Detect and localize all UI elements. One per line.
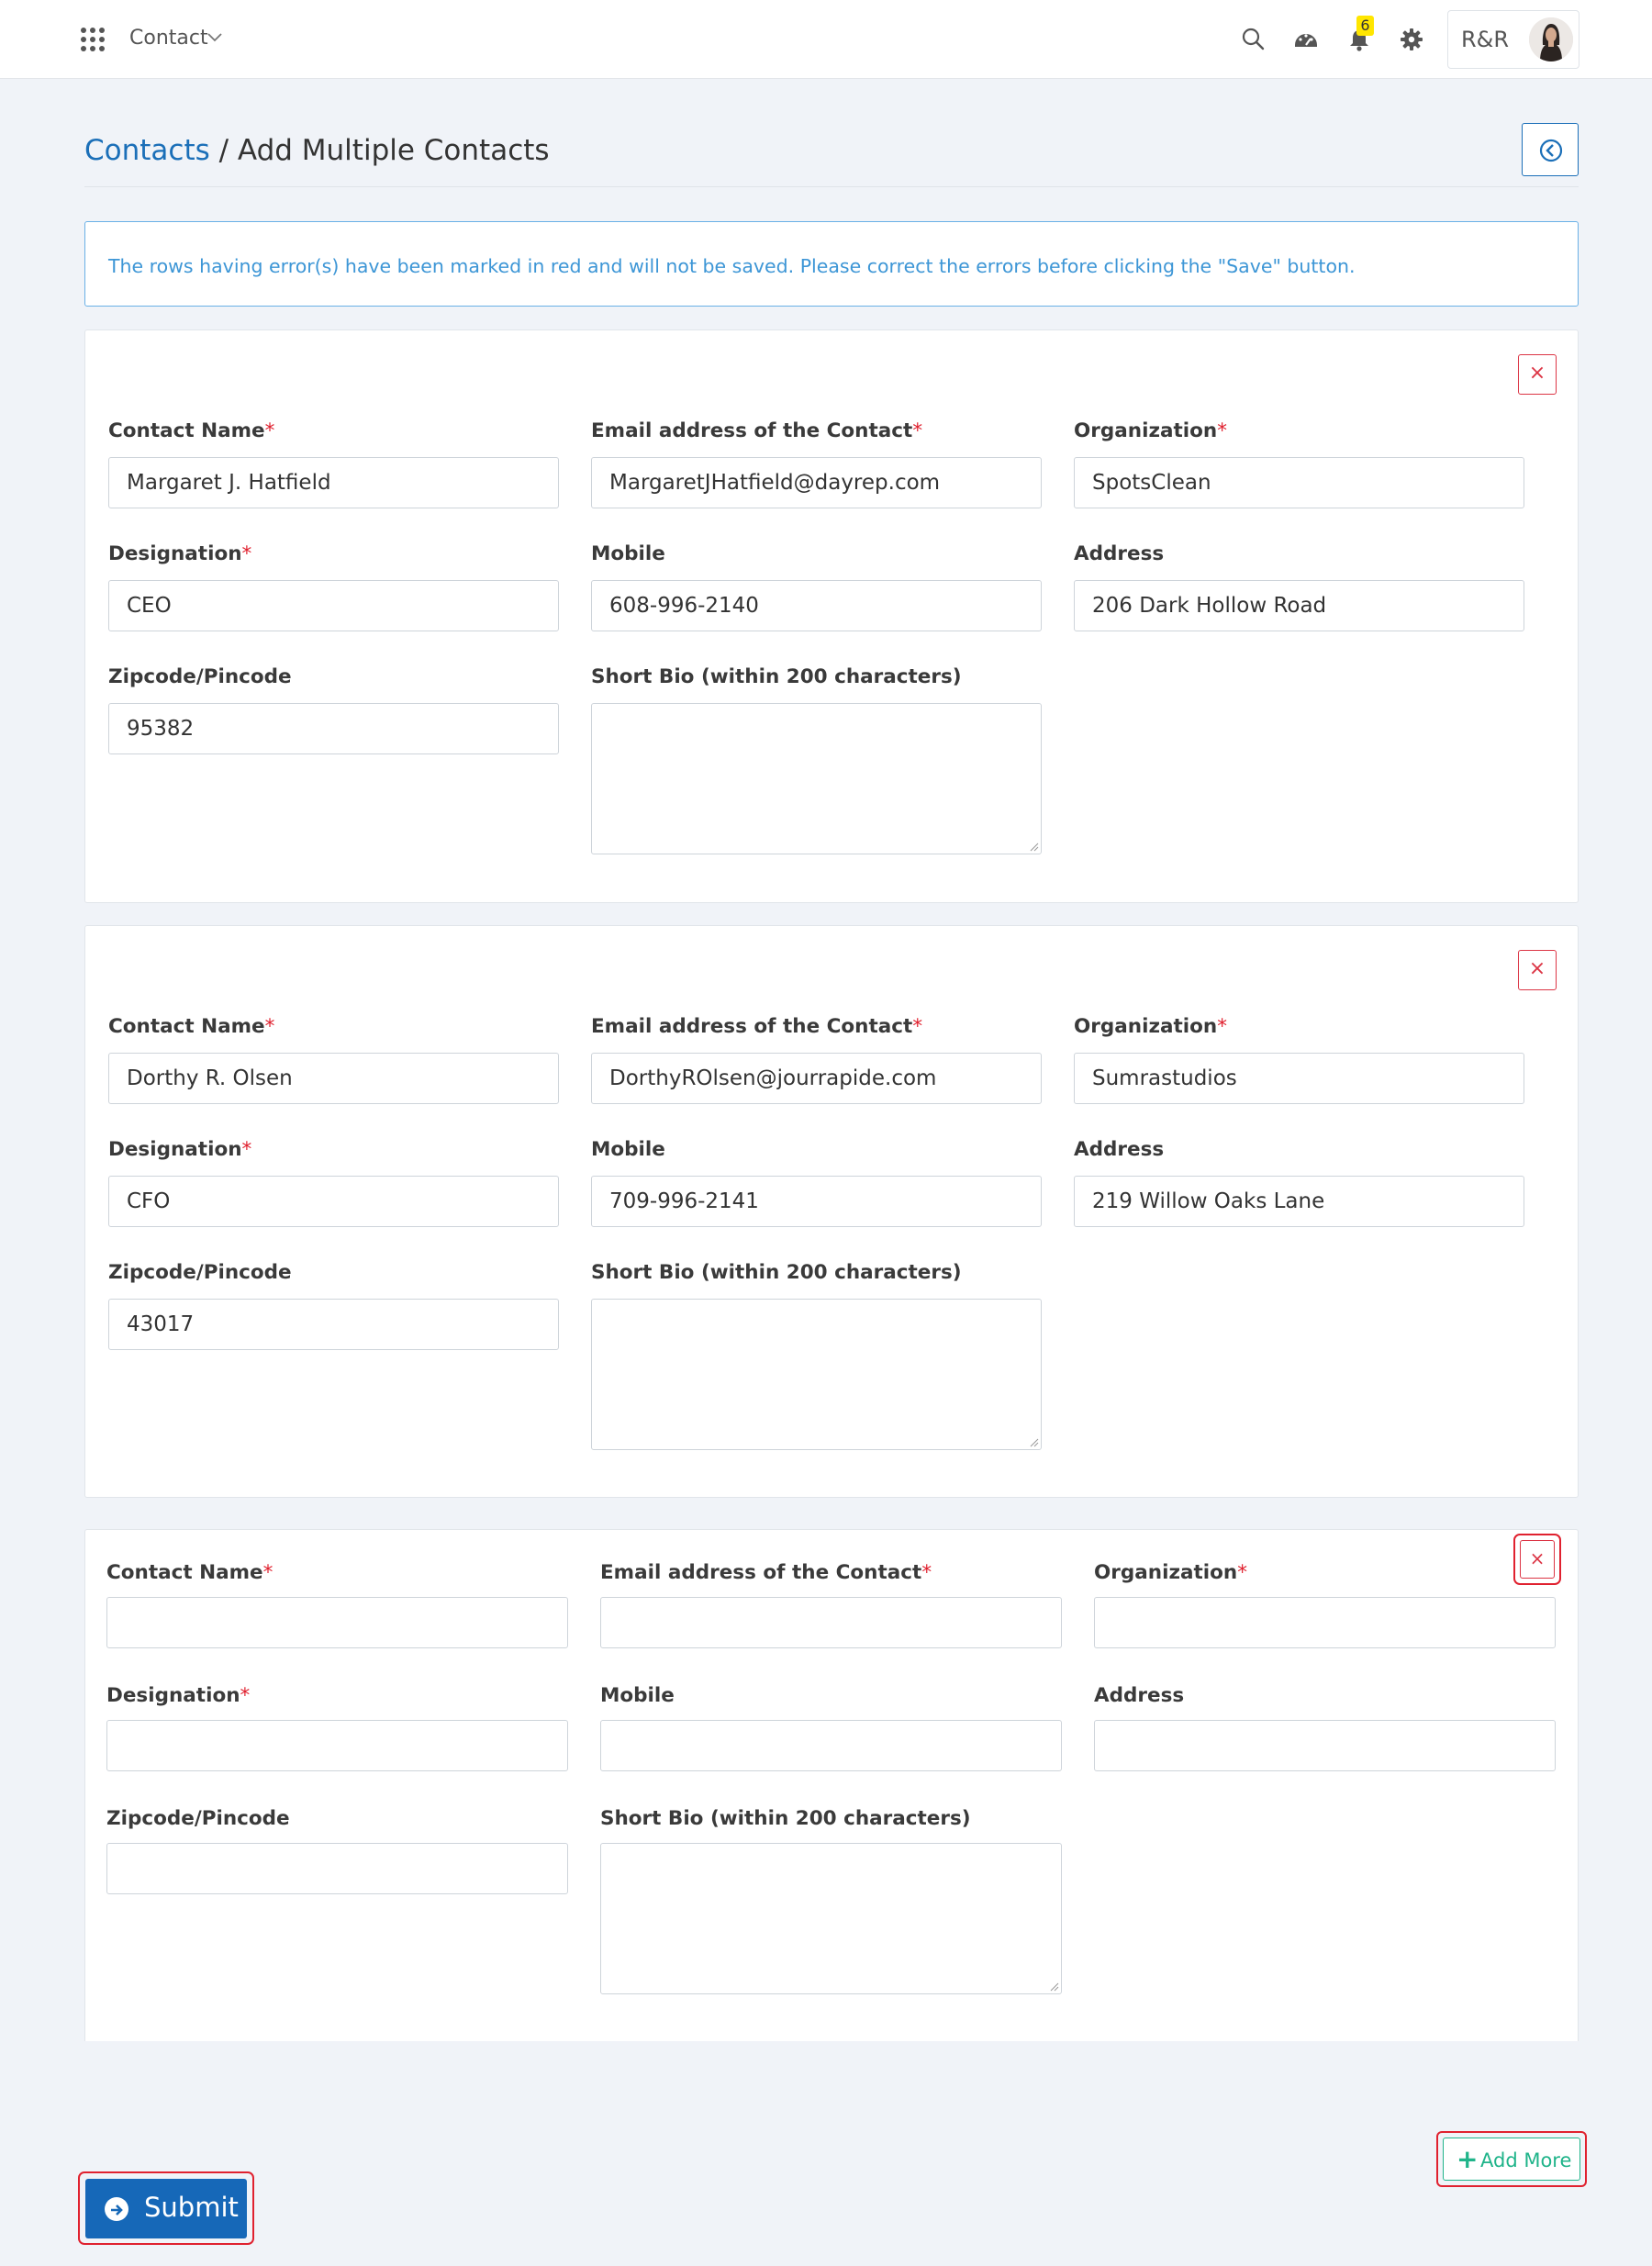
circle-arrow-right-icon (105, 2197, 128, 2221)
address-label: Address (1074, 542, 1165, 565)
mobile-input[interactable] (591, 580, 1042, 631)
designation-label: Designation* (106, 1684, 251, 1707)
email-label: Email address of the Contact* (591, 419, 923, 442)
contact-name-input[interactable] (108, 1053, 559, 1104)
header-divider (84, 186, 1579, 187)
back-button[interactable] (1522, 123, 1579, 176)
email-input[interactable] (600, 1597, 1062, 1648)
address-label: Address (1074, 1138, 1165, 1161)
mobile-input[interactable] (600, 1720, 1062, 1771)
address-label: Address (1094, 1684, 1185, 1707)
remove-row-button[interactable]: × (1518, 950, 1557, 990)
mobile-label: Mobile (591, 1138, 665, 1161)
email-label: Email address of the Contact* (591, 1015, 923, 1038)
module-switcher[interactable]: Contact (129, 27, 208, 50)
remove-row-button[interactable]: × (1518, 354, 1557, 395)
short-bio-label: Short Bio (within 200 characters) (600, 1807, 971, 1830)
organization-input[interactable] (1094, 1597, 1556, 1648)
search-icon[interactable] (1240, 26, 1267, 53)
email-input[interactable] (591, 1053, 1042, 1104)
top-navbar: Contact 6 R&R (0, 0, 1652, 79)
short-bio-textarea[interactable] (591, 703, 1042, 854)
designation-input[interactable] (106, 1720, 568, 1771)
zipcode-label: Zipcode/Pincode (108, 665, 292, 688)
contact-name-input[interactable] (106, 1597, 568, 1648)
breadcrumb-contacts-link[interactable]: Contacts (84, 134, 210, 167)
short-bio-label: Short Bio (within 200 characters) (591, 1261, 962, 1284)
resize-grip-icon[interactable] (1030, 1438, 1039, 1447)
breadcrumb-separator: / (209, 134, 238, 167)
designation-label: Designation* (108, 542, 252, 565)
contact-row-card: × Contact Name* Email address of the Con… (84, 1529, 1579, 2041)
alert-message: The rows having error(s) have been marke… (108, 255, 1356, 277)
circle-arrow-left-icon (1539, 139, 1563, 162)
notification-badge: 6 (1356, 16, 1374, 36)
email-input[interactable] (591, 457, 1042, 508)
organization-input[interactable] (1074, 457, 1524, 508)
breadcrumb: Contacts / Add Multiple Contacts (84, 134, 550, 167)
zipcode-input[interactable] (108, 703, 559, 754)
submit-label: Submit (144, 2192, 239, 2223)
add-more-button[interactable]: + Add More (1443, 2138, 1580, 2181)
email-label: Email address of the Contact* (600, 1561, 932, 1584)
short-bio-textarea[interactable] (591, 1299, 1042, 1450)
zipcode-input[interactable] (108, 1299, 559, 1350)
avatar[interactable] (1529, 17, 1573, 61)
contact-row-card: × Contact Name* Email address of the Con… (84, 925, 1579, 1498)
mobile-label: Mobile (591, 542, 665, 565)
error-info-alert: The rows having error(s) have been marke… (84, 221, 1579, 307)
user-initials: R&R (1461, 27, 1510, 52)
resize-grip-icon[interactable] (1050, 1982, 1059, 1992)
address-input[interactable] (1074, 580, 1524, 631)
gear-icon[interactable] (1398, 26, 1425, 53)
short-bio-label: Short Bio (within 200 characters) (591, 665, 962, 688)
mobile-label: Mobile (600, 1684, 675, 1707)
contact-name-label: Contact Name* (108, 1015, 275, 1038)
chevron-down-icon[interactable] (206, 28, 224, 46)
add-more-label: Add More (1480, 2149, 1572, 2171)
contact-row-card: × Contact Name* Email address of the Con… (84, 329, 1579, 903)
address-input[interactable] (1094, 1720, 1556, 1771)
submit-button[interactable]: Submit (85, 2179, 247, 2238)
designation-input[interactable] (108, 580, 559, 631)
designation-label: Designation* (108, 1138, 252, 1161)
contact-name-label: Contact Name* (108, 419, 275, 442)
user-menu[interactable]: R&R (1447, 10, 1579, 69)
remove-row-button[interactable]: × (1520, 1540, 1555, 1579)
organization-input[interactable] (1074, 1053, 1524, 1104)
page-title: Add Multiple Contacts (237, 134, 550, 167)
organization-label: Organization* (1074, 419, 1227, 442)
contact-name-input[interactable] (108, 457, 559, 508)
zipcode-label: Zipcode/Pincode (108, 1261, 292, 1284)
designation-input[interactable] (108, 1176, 559, 1227)
organization-label: Organization* (1094, 1561, 1247, 1584)
organization-label: Organization* (1074, 1015, 1227, 1038)
zipcode-input[interactable] (106, 1843, 568, 1894)
plus-icon: + (1457, 2144, 1479, 2174)
address-input[interactable] (1074, 1176, 1524, 1227)
resize-grip-icon[interactable] (1030, 843, 1039, 852)
zipcode-label: Zipcode/Pincode (106, 1807, 290, 1830)
contact-name-label: Contact Name* (106, 1561, 273, 1584)
short-bio-textarea[interactable] (600, 1843, 1062, 1994)
dashboard-gauge-icon[interactable] (1292, 26, 1320, 53)
apps-grid-icon[interactable] (81, 28, 106, 52)
mobile-input[interactable] (591, 1176, 1042, 1227)
